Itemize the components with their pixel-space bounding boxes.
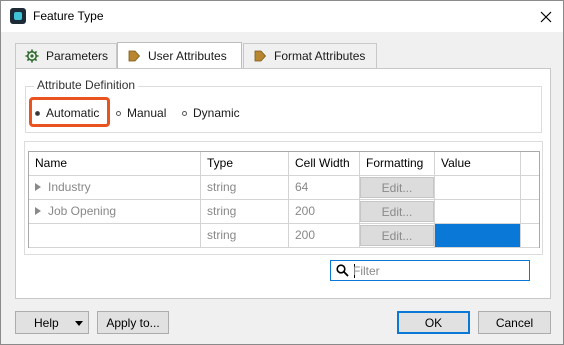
column-header-formatting[interactable]: Formatting [360, 152, 435, 175]
column-header-type[interactable]: Type [201, 152, 289, 175]
expand-arrow-icon[interactable] [35, 183, 41, 191]
arrow-attribute-icon [254, 50, 267, 62]
apply-to-button[interactable]: Apply to... [97, 311, 169, 334]
table-row[interactable]: Job Opening string 200 Edit... [29, 200, 539, 224]
name-cell[interactable]: Job Opening [29, 200, 201, 223]
close-button[interactable] [533, 5, 559, 29]
ok-button[interactable]: OK [397, 311, 470, 334]
expand-arrow-icon[interactable] [35, 231, 40, 239]
value-cell-selected[interactable] [435, 224, 521, 247]
table-header-row: Name Type Cell Width Formatting Value [29, 152, 539, 176]
cell-width-cell[interactable]: 200 [289, 224, 360, 247]
window-title: Feature Type [33, 9, 104, 23]
cell-width-cell[interactable]: 64 [289, 176, 360, 199]
value-cell[interactable] [435, 176, 521, 199]
cancel-button[interactable]: Cancel [478, 311, 551, 334]
name-value: Job Opening [48, 204, 117, 218]
user-attributes-panel: Attribute Definition Automatic Manual Dy… [15, 68, 551, 299]
column-header-value[interactable]: Value [435, 152, 521, 175]
column-header-name[interactable]: Name [29, 152, 201, 175]
tab-label: Parameters [46, 49, 109, 63]
filter-input[interactable] [353, 263, 523, 278]
name-cell[interactable]: Industry [29, 176, 201, 199]
attribute-definition-label: Attribute Definition [34, 78, 139, 92]
formatting-cell: Edit... [360, 224, 435, 247]
edit-formatting-button[interactable]: Edit... [360, 201, 434, 222]
radio-label: Dynamic [193, 106, 240, 120]
type-cell[interactable]: string [201, 176, 289, 199]
radio-dot [182, 111, 187, 116]
edit-formatting-button[interactable]: Edit... [360, 225, 434, 246]
name-value: Industry [48, 180, 91, 194]
table-row[interactable]: string 200 Edit... [29, 224, 539, 248]
formatting-cell: Edit... [360, 200, 435, 223]
formatting-cell: Edit... [360, 176, 435, 199]
expand-arrow-icon[interactable] [35, 207, 41, 215]
tab-user-attributes[interactable]: User Attributes [117, 42, 242, 68]
help-label: Help [34, 316, 59, 330]
arrow-attribute-icon [128, 50, 141, 62]
search-icon [336, 264, 349, 277]
gear-icon [25, 49, 39, 63]
tab-format-attributes[interactable]: Format Attributes [243, 43, 377, 68]
feature-type-dialog: Feature Type Parameters User Attributes [0, 0, 564, 345]
title-bar: Feature Type [1, 1, 563, 32]
tab-label: User Attributes [148, 49, 227, 63]
name-cell[interactable] [29, 224, 201, 247]
app-icon [10, 8, 26, 24]
edit-formatting-button[interactable]: Edit... [360, 177, 434, 198]
type-cell[interactable]: string [201, 200, 289, 223]
radio-label: Manual [127, 106, 167, 120]
type-cell[interactable]: string [201, 224, 289, 247]
help-button[interactable]: Help [15, 311, 89, 334]
close-icon [540, 11, 552, 23]
column-header-cell-width[interactable]: Cell Width [289, 152, 360, 175]
tab-parameters[interactable]: Parameters [15, 43, 117, 68]
automatic-highlight-box [29, 97, 110, 127]
tab-label: Format Attributes [274, 49, 366, 63]
radio-dot [116, 111, 121, 116]
dropdown-arrow-icon[interactable] [75, 321, 83, 326]
value-cell[interactable] [435, 200, 521, 223]
cell-width-cell[interactable]: 200 [289, 200, 360, 223]
filter-box[interactable] [330, 260, 530, 281]
attributes-table: Name Type Cell Width Formatting Value In… [28, 151, 540, 248]
table-row[interactable]: Industry string 64 Edit... [29, 176, 539, 200]
